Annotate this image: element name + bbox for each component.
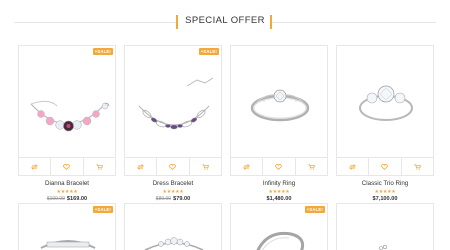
bracelet-image bbox=[30, 100, 110, 132]
heart-icon bbox=[275, 163, 283, 170]
product-actions bbox=[18, 157, 116, 176]
rating-stars: ★★★★★ bbox=[374, 189, 396, 195]
rating-stars: ★★★★★ bbox=[268, 189, 290, 195]
sale-badge: +SALE! bbox=[92, 206, 113, 213]
add-to-cart-button[interactable] bbox=[82, 158, 115, 175]
compare-icon bbox=[31, 163, 39, 170]
compare-button[interactable] bbox=[125, 158, 156, 175]
compare-icon bbox=[349, 163, 357, 170]
compare-button[interactable] bbox=[337, 158, 368, 175]
divider-left bbox=[14, 22, 176, 23]
product-price: $199.00 $169.00 bbox=[18, 196, 116, 202]
add-to-cart-button[interactable] bbox=[400, 158, 433, 175]
product-actions bbox=[230, 157, 328, 176]
heart-icon bbox=[169, 163, 177, 170]
regular-price: $7,100.00 bbox=[372, 196, 398, 202]
sale-price: $169.00 bbox=[66, 196, 88, 202]
ring-image bbox=[379, 244, 388, 250]
add-to-cart-button[interactable] bbox=[188, 158, 221, 175]
old-price: $89.00 bbox=[155, 196, 172, 202]
product-card[interactable]: +SALE! bbox=[230, 203, 328, 250]
compare-button[interactable] bbox=[19, 158, 50, 175]
sale-badge: +SALE! bbox=[304, 206, 325, 213]
wishlist-button[interactable] bbox=[156, 158, 188, 175]
product-card: +SALE! Dianna Bracelet ★★★★★ $199.00 $169… bbox=[18, 45, 116, 203]
wishlist-button[interactable] bbox=[262, 158, 294, 175]
cart-icon bbox=[308, 163, 315, 170]
compare-button[interactable] bbox=[231, 158, 262, 175]
wishlist-button[interactable] bbox=[50, 158, 82, 175]
ring-image bbox=[250, 89, 310, 122]
compare-icon bbox=[243, 163, 251, 170]
heart-icon bbox=[381, 163, 389, 170]
product-card[interactable] bbox=[124, 203, 222, 250]
ring-image bbox=[144, 237, 204, 250]
ring-image bbox=[359, 85, 413, 121]
product-name[interactable]: Dianna Bracelet bbox=[18, 180, 116, 187]
accent-bar-left bbox=[176, 15, 178, 29]
section-title: SPECIAL OFFER bbox=[185, 15, 265, 26]
add-to-cart-button[interactable] bbox=[294, 158, 327, 175]
sale-price: $79.00 bbox=[173, 196, 191, 202]
product-actions bbox=[336, 157, 434, 176]
old-price: $199.00 bbox=[46, 196, 65, 202]
section-header: SPECIAL OFFER bbox=[0, 0, 450, 44]
heart-icon bbox=[63, 163, 71, 170]
product-card[interactable]: +SALE! bbox=[18, 203, 116, 250]
sale-badge: +SALE! bbox=[198, 48, 219, 55]
regular-price: $1,480.00 bbox=[266, 196, 292, 202]
product-image[interactable] bbox=[230, 45, 328, 157]
product-name[interactable]: Classic Trio Ring bbox=[336, 180, 434, 187]
cart-icon bbox=[96, 163, 103, 170]
compare-icon bbox=[137, 163, 145, 170]
sale-badge: +SALE! bbox=[92, 48, 113, 55]
rating-stars: ★★★★★ bbox=[56, 189, 78, 195]
product-name[interactable]: Infinity Ring bbox=[230, 180, 328, 187]
product-actions bbox=[124, 157, 222, 176]
product-card: Classic Trio Ring ★★★★★ $7,100.00 bbox=[336, 45, 434, 203]
rating-stars: ★★★★★ bbox=[162, 189, 184, 195]
product-image[interactable]: +SALE! bbox=[18, 45, 116, 157]
cart-icon bbox=[414, 163, 421, 170]
cart-icon bbox=[202, 163, 209, 170]
product-price: $1,480.00 bbox=[230, 196, 328, 202]
bracelet-image bbox=[138, 77, 214, 130]
product-image[interactable]: +SALE! bbox=[124, 45, 222, 157]
wishlist-button[interactable] bbox=[368, 158, 400, 175]
product-image[interactable] bbox=[336, 45, 434, 157]
product-card[interactable] bbox=[336, 203, 434, 250]
product-name[interactable]: Dress Bracelet bbox=[124, 180, 222, 187]
product-card: Infinity Ring ★★★★★ $1,480.00 bbox=[230, 45, 328, 203]
divider-right bbox=[272, 22, 436, 23]
product-price: $7,100.00 bbox=[336, 196, 434, 202]
product-price: $89.00 $79.00 bbox=[124, 196, 222, 202]
product-card: +SALE! Dress Bracelet ★★★★★ $89.00 $79.00 bbox=[124, 45, 222, 203]
